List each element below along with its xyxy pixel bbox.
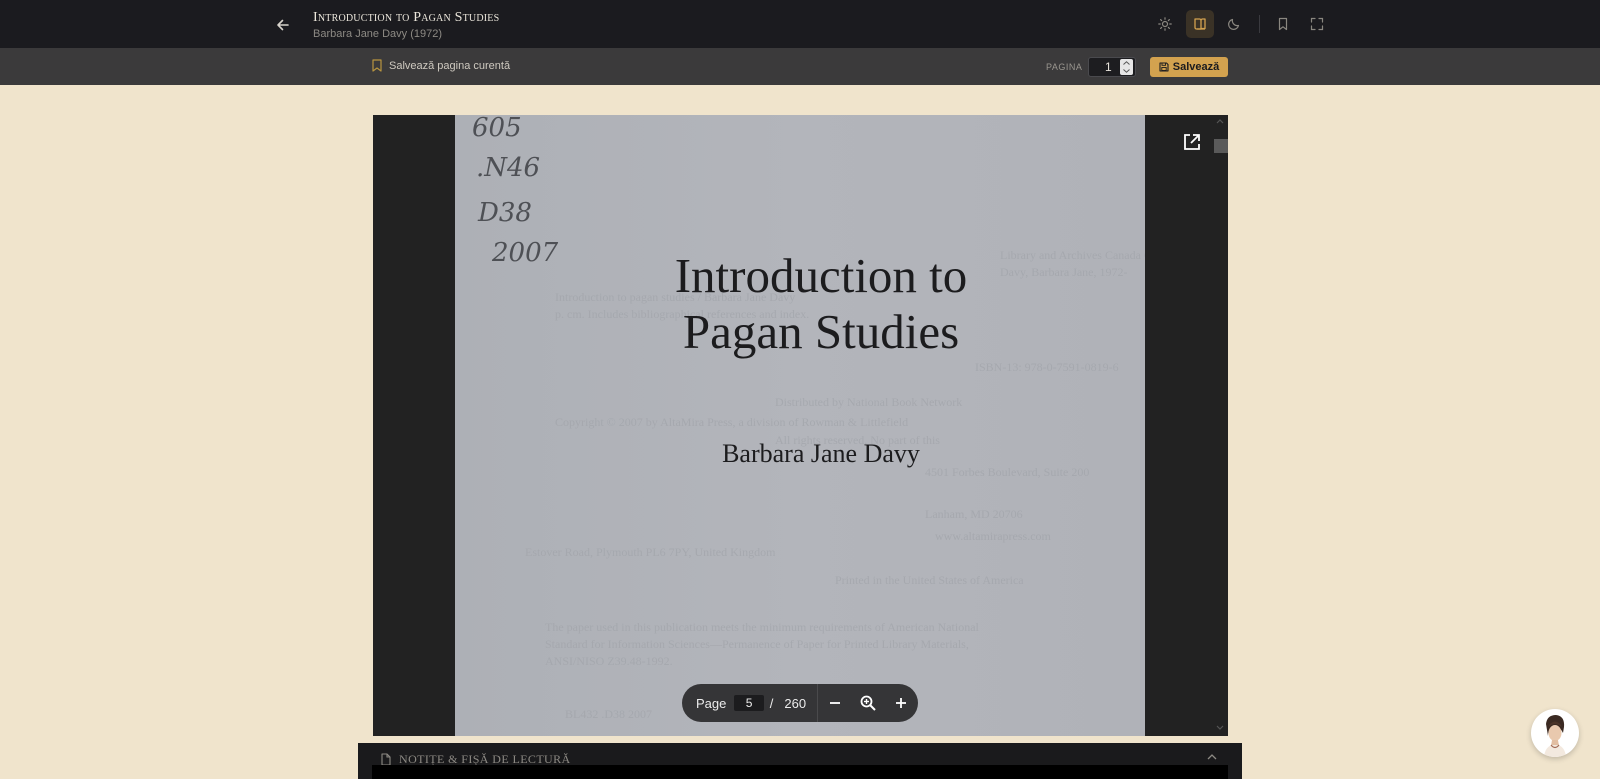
chevron-up-icon[interactable] <box>1123 61 1130 65</box>
pdf-scrollbar[interactable] <box>1212 115 1228 736</box>
handwritten-call-number-3: D38 <box>478 198 532 228</box>
minus-icon <box>829 702 840 704</box>
pdf-page-title: Introduction to Pagan Studies <box>455 248 1145 360</box>
zoom-in-button[interactable] <box>885 684 918 722</box>
sepia-theme-button[interactable] <box>1186 10 1214 38</box>
sun-icon <box>1158 17 1172 31</box>
pdf-title-line-1: Introduction to <box>674 248 968 303</box>
pdf-page: Library and Archives Canada Cataloguing … <box>455 115 1145 736</box>
notes-panel: NOTIȚE & FIȘĂ DE LECTURĂ <box>358 743 1242 779</box>
floppy-disk-icon <box>1159 62 1169 72</box>
scroll-down-icon[interactable] <box>1216 725 1224 731</box>
notes-panel-body <box>372 765 1228 779</box>
header-divider <box>1259 15 1260 33</box>
pdf-total-pages: 260 <box>784 695 807 711</box>
zoom-reset-button[interactable] <box>851 684 884 722</box>
arrow-left-icon <box>277 19 289 31</box>
zoom-in-icon <box>860 695 876 711</box>
save-current-page-button[interactable]: Salvează pagina curentă <box>372 59 510 72</box>
bookmark-icon <box>1278 17 1288 31</box>
save-button[interactable]: Salvează <box>1150 57 1228 77</box>
plus-icon <box>896 698 907 708</box>
fullscreen-button[interactable] <box>1303 10 1331 38</box>
open-in-new-window-button[interactable] <box>1181 131 1203 153</box>
fullscreen-icon <box>1310 17 1324 31</box>
handwritten-call-number-1: 605 <box>472 115 522 143</box>
page-label: PAGINA <box>1046 62 1083 72</box>
chevron-down-icon[interactable] <box>1123 69 1130 73</box>
back-button[interactable] <box>270 12 296 38</box>
pdf-scrollbar-thumb[interactable] <box>1214 139 1228 153</box>
book-author-year: Barbara Jane Davy (1972) <box>313 28 443 40</box>
scroll-up-icon[interactable] <box>1216 118 1224 124</box>
bookmark-button[interactable] <box>1269 10 1297 38</box>
pdf-page-label: Page <box>696 695 727 711</box>
handwritten-call-number-2: .N46 <box>476 153 541 183</box>
external-link-icon <box>1184 134 1200 150</box>
light-theme-button[interactable] <box>1151 10 1179 38</box>
save-button-label: Salvează <box>1172 61 1220 73</box>
top-header: Introduction to Pagan Studies Barbara Ja… <box>0 0 1600 48</box>
page-number-stepper[interactable] <box>1120 59 1133 75</box>
page-save-bar: Salvează pagina curentă PAGINA Salvează <box>0 48 1600 85</box>
save-current-page-label: Salvează pagina curentă <box>389 59 511 72</box>
chevron-up-icon[interactable] <box>1206 753 1218 761</box>
dark-theme-button[interactable] <box>1220 10 1248 38</box>
bookmark-icon <box>372 59 382 72</box>
pdf-toolbar: Page 5 / 260 <box>682 684 918 722</box>
assistant-avatar[interactable] <box>1531 709 1579 757</box>
book-title: Introduction to Pagan Studies <box>313 10 500 25</box>
pdf-title-line-2: Pagan Studies <box>682 304 960 359</box>
pdf-page-separator: / <box>769 695 774 711</box>
zoom-out-button[interactable] <box>818 684 851 722</box>
book-open-icon <box>1194 18 1206 30</box>
moon-icon <box>1228 18 1240 30</box>
pdf-page-author: Barbara Jane Davy <box>722 439 920 468</box>
book-heading: Introduction to Pagan Studies Barbara Ja… <box>313 10 499 42</box>
portrait-icon <box>1544 715 1566 757</box>
pdf-current-page-input[interactable]: 5 <box>734 695 764 711</box>
pdf-viewer[interactable]: Library and Archives Canada Cataloguing … <box>373 115 1228 736</box>
